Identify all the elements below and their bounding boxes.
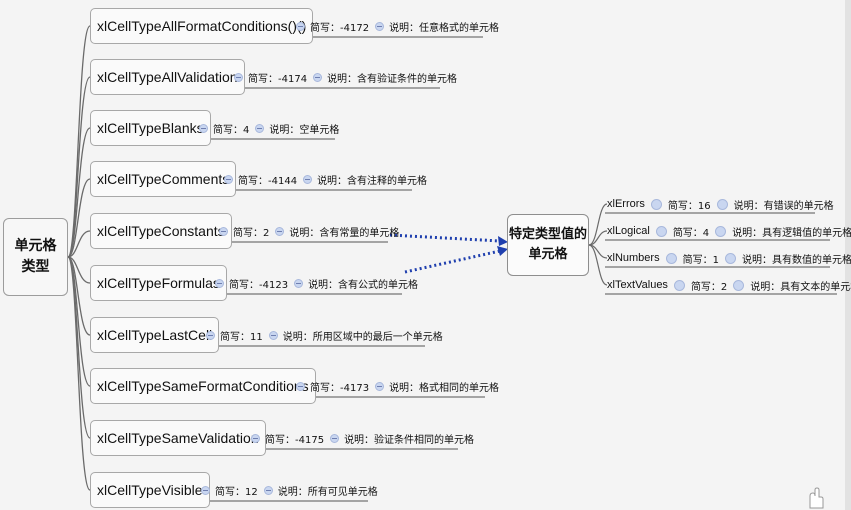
target-node-line1: 特定类型值的 (508, 227, 587, 242)
desc-text: 说明：含有常量的单元格 (289, 227, 400, 239)
collapse-icon[interactable] (224, 174, 233, 184)
collapse-icon[interactable] (294, 278, 304, 288)
node-same-format-conditions[interactable]: xlCellTypeSameFormatConditions (90, 368, 316, 404)
node-label: xlCellTypeVisible (97, 482, 203, 498)
node-same-validation[interactable]: xlCellTypeSameValidation (90, 420, 266, 456)
node-detail: 简写：12 说明：所有可见单元格 (195, 480, 378, 500)
desc-text: 说明：具有文本的单元格 (750, 281, 851, 293)
desc-text: 说明：空单元格 (269, 124, 340, 136)
desc-text: 说明：含有公式的单元格 (308, 279, 419, 291)
node-detail: 简写：-4173 说明：格式相同的单元格 (290, 376, 499, 396)
abbr-text: 简写：4 (213, 124, 250, 136)
collapse-icon[interactable] (303, 174, 313, 184)
node-detail: 简写：11 说明：所用区域中的最后一个单元格 (200, 325, 443, 345)
node-all-format-conditions[interactable]: xlCellTypeAllFormatConditions()() (90, 8, 314, 44)
collapse-icon[interactable] (215, 278, 224, 288)
collapse-icon[interactable] (375, 21, 385, 31)
collapse-icon[interactable] (206, 330, 215, 340)
collapse-icon[interactable] (275, 226, 285, 236)
node-formulas[interactable]: xlCellTypeFormulas (90, 265, 227, 301)
abbr-text: 简写：1 (682, 254, 719, 266)
desc-text: 说明：所有可见单元格 (277, 486, 378, 498)
sub-item-numbers[interactable]: xlNumbers 简写：1 说明：具有数值的单元格 (607, 249, 851, 267)
abbr-text: 简写：12 (215, 486, 258, 498)
desc-text: 说明：任意格式的单元格 (389, 22, 500, 34)
abbr-text: 简写：-4173 (310, 382, 370, 394)
node-label: xlCellTypeAllFormatConditions()() (97, 18, 307, 34)
collapse-icon[interactable] (255, 123, 265, 133)
sub-item-text-values[interactable]: xlTextValues 简写：2 说明：具有文本的单元格 (607, 276, 851, 294)
abbr-text: 简写：-4144 (238, 175, 298, 187)
collapse-icon[interactable] (715, 225, 727, 237)
collapse-icon[interactable] (296, 381, 305, 391)
node-label: xlCellTypeSameFormatConditions (97, 378, 309, 394)
abbr-text: 简写：2 (233, 227, 270, 239)
collapse-icon[interactable] (296, 21, 305, 31)
abbr-text: 简写：-4172 (310, 22, 370, 34)
node-label: xlCellTypeFormulas (97, 275, 220, 291)
collapse-icon[interactable] (330, 433, 340, 443)
desc-text: 说明：含有注释的单元格 (317, 175, 428, 187)
collapse-icon[interactable] (199, 123, 208, 133)
node-label: xlCellTypeConstants (97, 223, 225, 239)
node-all-validation[interactable]: xlCellTypeAllValidation (90, 59, 245, 95)
collapse-icon[interactable] (650, 198, 662, 210)
desc-text: 说明：具有数值的单元格 (741, 254, 851, 266)
desc-text: 说明：含有验证条件的单元格 (327, 73, 458, 85)
node-label: xlCellTypeAllValidation (97, 69, 238, 85)
collapse-icon[interactable] (733, 279, 745, 291)
collapse-icon[interactable] (268, 330, 278, 340)
node-detail: 简写：-4174 说明：含有验证条件的单元格 (228, 67, 457, 87)
hand-cursor-icon (809, 487, 824, 509)
sub-item-errors[interactable]: xlErrors 简写：16 说明：有错误的单元格 (607, 195, 834, 213)
node-comments[interactable]: xlCellTypeComments (90, 161, 237, 197)
desc-text: 说明：所用区域中的最后一个单元格 (282, 331, 443, 343)
root-node-line1: 单元格 (14, 238, 57, 254)
desc-text: 说明：格式相同的单元格 (389, 382, 500, 394)
abbr-text: 简写：-4174 (248, 73, 308, 85)
sub-item-logical[interactable]: xlLogical 简写：4 说明：具有逻辑值的单元格 (607, 222, 851, 240)
node-detail: 简写：2 说明：含有常量的单元格 (213, 221, 399, 241)
collapse-icon[interactable] (234, 72, 243, 82)
node-label: xlCellTypeSameValidation (97, 430, 259, 446)
collapse-icon[interactable] (251, 433, 260, 443)
sub-item-label: xlErrors (607, 198, 645, 210)
target-node-line2: 单元格 (528, 247, 568, 262)
sub-item-label: xlTextValues (607, 279, 668, 291)
collapse-icon[interactable] (375, 381, 385, 391)
abbr-text: 简写：2 (690, 281, 728, 293)
desc-text: 说明：验证条件相同的单元格 (344, 434, 475, 446)
node-detail: 简写：4 说明：空单元格 (193, 118, 339, 138)
abbr-text: 简写：-4175 (265, 434, 325, 446)
target-node[interactable]: 特定类型值的 单元格 (507, 214, 589, 276)
node-detail: 简写：-4172 说明：任意格式的单元格 (290, 16, 499, 36)
collapse-icon[interactable] (673, 279, 685, 291)
node-label: xlCellTypeLastCell (97, 327, 213, 343)
abbr-text: 简写：11 (220, 331, 263, 343)
desc-text: 说明：具有逻辑值的单元格 (732, 227, 851, 239)
collapse-icon[interactable] (263, 485, 273, 495)
sub-item-label: xlLogical (607, 225, 650, 237)
collapse-icon[interactable] (665, 252, 677, 264)
node-detail: 简写：-4144 说明：含有注释的单元格 (218, 169, 427, 189)
collapse-icon[interactable] (201, 485, 210, 495)
collapse-icon[interactable] (313, 72, 323, 82)
collapse-icon[interactable] (716, 198, 728, 210)
node-label: xlCellTypeBlanks (97, 120, 204, 136)
abbr-text: 简写：-4123 (229, 279, 289, 291)
node-visible[interactable]: xlCellTypeVisible (90, 472, 210, 508)
collapse-icon[interactable] (724, 252, 736, 264)
sub-item-label: xlNumbers (607, 252, 660, 264)
desc-text: 说明：有错误的单元格 (733, 200, 834, 212)
node-label: xlCellTypeComments (97, 171, 230, 187)
root-node-line2: 类型 (21, 259, 50, 275)
collapse-icon[interactable] (219, 226, 228, 236)
root-node[interactable]: 单元格 类型 (3, 218, 68, 296)
node-detail: 简写：-4175 说明：验证条件相同的单元格 (245, 428, 474, 448)
node-detail: 简写：-4123 说明：含有公式的单元格 (209, 273, 418, 293)
collapse-icon[interactable] (655, 225, 667, 237)
node-constants[interactable]: xlCellTypeConstants (90, 213, 232, 249)
abbr-text: 简写：4 (672, 227, 710, 239)
abbr-text: 简写：16 (667, 200, 711, 212)
